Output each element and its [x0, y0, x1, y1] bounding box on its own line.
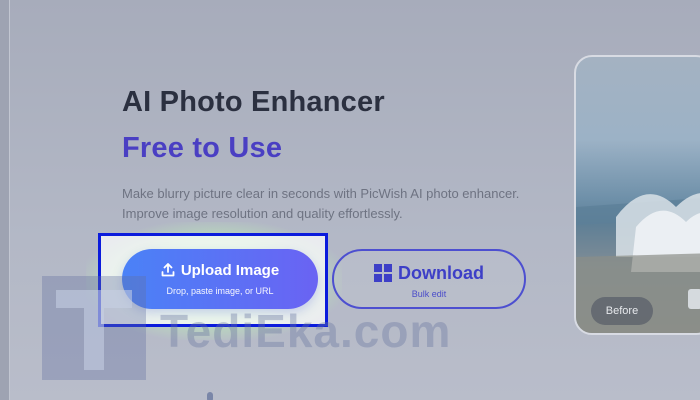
download-button-label: Download: [398, 263, 484, 283]
left-panel-edge: [0, 0, 9, 400]
page-title: AI Photo Enhancer: [122, 86, 385, 118]
windows-icon: [374, 264, 392, 287]
description-line-2: Improve image resolution and quality eff…: [122, 206, 403, 221]
download-button-sublabel: Bulk edit: [411, 289, 447, 299]
download-button-title: Download: [334, 263, 524, 287]
upload-button-title: Upload Image: [122, 262, 318, 281]
download-button[interactable]: Download Bulk edit: [332, 249, 526, 309]
before-after-preview[interactable]: Before: [574, 55, 700, 335]
upload-image-button[interactable]: Upload Image Drop, paste image, or URL: [122, 249, 318, 309]
left-panel-divider: [9, 0, 10, 400]
watermark-logo: [42, 276, 146, 380]
description-line-1: Make blurry picture clear in seconds wit…: [122, 186, 520, 201]
page-subtitle: Free to Use: [122, 132, 283, 164]
hero-description: Make blurry picture clear in seconds wit…: [122, 184, 572, 224]
watermark-text: TediEka.com: [160, 305, 452, 357]
upload-button-label: Upload Image: [180, 262, 280, 279]
before-badge: Before: [591, 297, 653, 325]
scroll-indicator: [207, 392, 213, 400]
wave-photo: [576, 193, 700, 333]
upload-icon: [161, 263, 175, 281]
upload-button-sublabel: Drop, paste image, or URL: [166, 286, 274, 296]
